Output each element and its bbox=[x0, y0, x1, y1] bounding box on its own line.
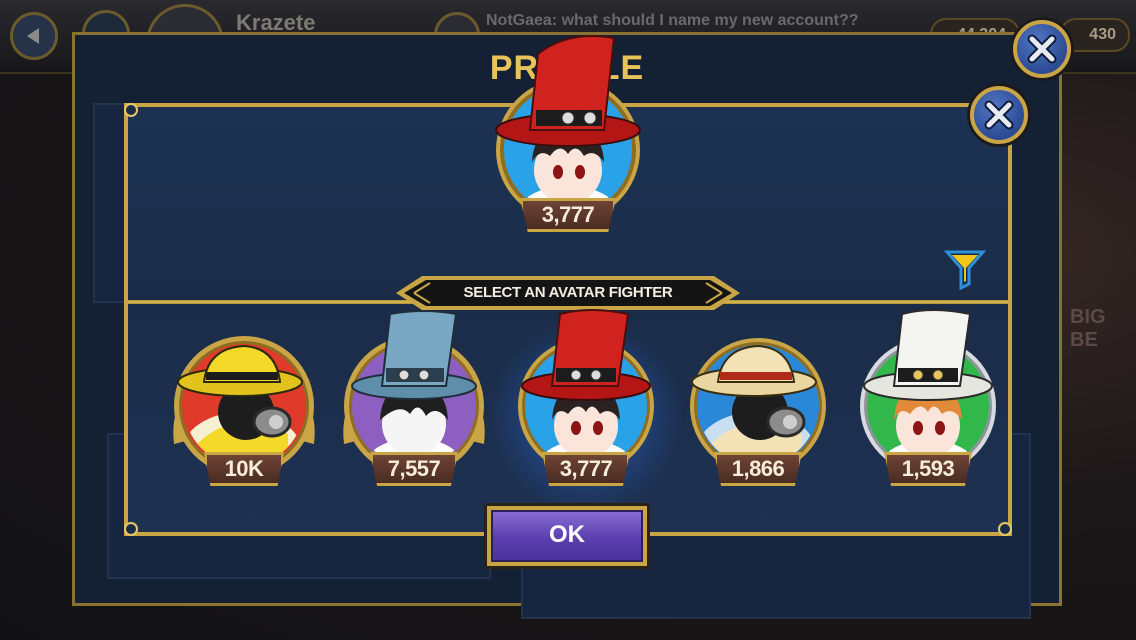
side-label: BIG BE bbox=[1070, 306, 1106, 351]
avatar-count: 7,557 bbox=[370, 452, 458, 486]
selected-avatar: 3,777 bbox=[492, 30, 644, 236]
close-icon bbox=[1027, 34, 1057, 64]
filter-funnel-icon bbox=[943, 250, 987, 291]
corner-ornament bbox=[124, 522, 138, 536]
avatar-count: 10K bbox=[204, 452, 284, 486]
filter-button[interactable] bbox=[943, 248, 987, 291]
avatar-count: 3,777 bbox=[520, 198, 616, 232]
modal-close-button[interactable] bbox=[970, 86, 1028, 144]
profile-close-button[interactable] bbox=[1013, 20, 1071, 78]
avatar-option-5[interactable]: 1,593 bbox=[852, 308, 1004, 490]
avatar-option-3[interactable]: 3,777 bbox=[510, 308, 662, 490]
avatar-count: 3,777 bbox=[542, 452, 630, 486]
avatar-count: 1,866 bbox=[714, 452, 802, 486]
chat-preview[interactable]: NotGaea: what should I name my new accou… bbox=[486, 12, 859, 30]
avatar-count: 1,593 bbox=[884, 452, 972, 486]
back-arrow-icon bbox=[27, 28, 39, 44]
banner-label: SELECT AN AVATAR FIGHTER bbox=[463, 284, 673, 301]
select-avatar-banner: SELECT AN AVATAR FIGHTER bbox=[396, 276, 740, 310]
avatar-option-2[interactable]: 7,557 bbox=[338, 308, 490, 490]
back-button[interactable] bbox=[10, 12, 58, 60]
avatar-option-1[interactable]: 10K bbox=[168, 334, 320, 490]
ok-button[interactable]: OK bbox=[487, 506, 647, 566]
avatar-option-4[interactable]: 1,866 bbox=[682, 334, 834, 490]
close-icon bbox=[984, 100, 1014, 130]
corner-ornament bbox=[124, 103, 138, 117]
corner-ornament bbox=[998, 522, 1012, 536]
